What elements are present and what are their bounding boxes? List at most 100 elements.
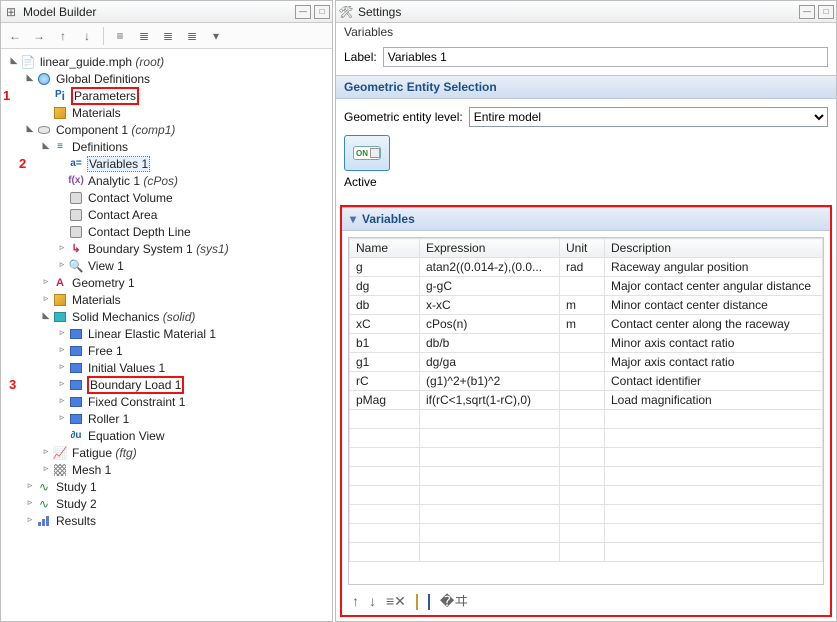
open-icon[interactable]: [416, 593, 418, 609]
cell-name[interactable]: pMag: [350, 391, 420, 410]
cell-desc[interactable]: Load magnification: [605, 391, 823, 410]
cell-expr[interactable]: g-gC: [420, 277, 560, 296]
minimize-button[interactable]: —: [799, 5, 815, 19]
twisty-icon[interactable]: ▹: [41, 293, 51, 304]
tree-contact-volume[interactable]: Contact Volume: [5, 189, 332, 206]
minimize-button[interactable]: —: [295, 5, 311, 19]
table-row[interactable]: ....: [350, 467, 823, 486]
tree-view1[interactable]: ▹ 🔍 View 1: [5, 257, 332, 274]
variables-table-wrap[interactable]: Name Expression Unit Description gatan2(…: [348, 237, 824, 585]
cell-unit[interactable]: m: [560, 315, 605, 334]
col-unit[interactable]: Unit: [560, 239, 605, 258]
twisty-icon[interactable]: ▹: [57, 412, 67, 423]
twisty-icon[interactable]: ◣: [25, 72, 35, 83]
tree-fixed-constraint1[interactable]: ▹ Fixed Constraint 1: [5, 393, 332, 410]
up-icon[interactable]: ↑: [55, 28, 71, 44]
tree-initial-values1[interactable]: ▹ Initial Values 1: [5, 359, 332, 376]
cell-expr[interactable]: x-xC: [420, 296, 560, 315]
cell-expr[interactable]: cPos(n): [420, 315, 560, 334]
twisty-icon[interactable]: ▹: [25, 497, 35, 508]
twisty-icon[interactable]: ◣: [9, 55, 19, 66]
cell-unit[interactable]: [560, 372, 605, 391]
tree-variables1[interactable]: 2 a= Variables 1: [5, 155, 332, 172]
tree-definitions[interactable]: ◣ ≡ Definitions: [5, 138, 332, 155]
twisty-icon[interactable]: ▹: [57, 344, 67, 355]
cell-desc[interactable]: Major axis contact ratio: [605, 353, 823, 372]
label-input[interactable]: [383, 47, 828, 67]
section-geo-header[interactable]: Geometric Entity Selection: [336, 75, 836, 99]
cell-desc[interactable]: Raceway angular position: [605, 258, 823, 277]
cell-expr[interactable]: db/b: [420, 334, 560, 353]
cell-name[interactable]: g1: [350, 353, 420, 372]
cell-unit[interactable]: rad: [560, 258, 605, 277]
cell-desc[interactable]: Contact identifier: [605, 372, 823, 391]
tree-fatigue[interactable]: ▹ 📈 Fatigue (ftg): [5, 444, 332, 461]
col-desc[interactable]: Description: [605, 239, 823, 258]
tree-materials[interactable]: Materials: [5, 104, 332, 121]
twisty-icon[interactable]: ▹: [57, 361, 67, 372]
cell-unit[interactable]: [560, 334, 605, 353]
more-icon[interactable]: �ヰ: [440, 591, 468, 611]
tree-contact-depth-line[interactable]: Contact Depth Line: [5, 223, 332, 240]
table-row[interactable]: rC(g1)^2+(b1)^2Contact identifier: [350, 372, 823, 391]
twisty-icon[interactable]: ▹: [57, 242, 67, 253]
table-row[interactable]: ....: [350, 505, 823, 524]
cell-name[interactable]: xC: [350, 315, 420, 334]
tree-global-definitions[interactable]: ◣ Global Definitions: [5, 70, 332, 87]
tree-contact-area[interactable]: Contact Area: [5, 206, 332, 223]
cell-unit[interactable]: m: [560, 296, 605, 315]
active-toggle[interactable]: ON: [344, 135, 390, 171]
variables-table[interactable]: Name Expression Unit Description gatan2(…: [349, 238, 823, 562]
cell-desc[interactable]: Contact center along the raceway: [605, 315, 823, 334]
tree-equation-view[interactable]: ∂u Equation View: [5, 427, 332, 444]
table-row[interactable]: pMagif(rC<1,sqrt(1-rC),0) Load magnificat…: [350, 391, 823, 410]
twisty-icon[interactable]: ▹: [57, 378, 67, 389]
cell-name[interactable]: db: [350, 296, 420, 315]
cell-expr[interactable]: dg/ga: [420, 353, 560, 372]
cell-name[interactable]: dg: [350, 277, 420, 296]
tree-results[interactable]: ▹ Results: [5, 512, 332, 529]
table-row[interactable]: g1dg/ga Major axis contact ratio: [350, 353, 823, 372]
move-down-icon[interactable]: ↓: [369, 593, 376, 609]
cell-unit[interactable]: [560, 391, 605, 410]
table-row[interactable]: ....: [350, 486, 823, 505]
col-name[interactable]: Name: [350, 239, 420, 258]
table-row[interactable]: ....: [350, 429, 823, 448]
twisty-icon[interactable]: ▹: [41, 446, 51, 457]
model-tree[interactable]: ◣ 📄 linear_guide.mph (root) ◣ Global Def…: [1, 49, 332, 621]
cell-name[interactable]: rC: [350, 372, 420, 391]
tree-free1[interactable]: ▹ Free 1: [5, 342, 332, 359]
twisty-icon[interactable]: ▹: [41, 276, 51, 287]
cell-desc[interactable]: Minor axis contact ratio: [605, 334, 823, 353]
forward-icon[interactable]: →: [31, 28, 47, 44]
delete-row-icon[interactable]: ≡✕: [386, 593, 406, 610]
cell-expr[interactable]: if(rC<1,sqrt(1-rC),0): [420, 391, 560, 410]
twisty-icon[interactable]: ◣: [41, 140, 51, 151]
table-row[interactable]: ....: [350, 410, 823, 429]
col-expr[interactable]: Expression: [420, 239, 560, 258]
cell-desc[interactable]: Major contact center angular distance: [605, 277, 823, 296]
table-row[interactable]: ....: [350, 448, 823, 467]
twisty-icon[interactable]: ▹: [57, 327, 67, 338]
move-up-icon[interactable]: ↑: [352, 593, 359, 609]
tree-roller1[interactable]: ▹ Roller 1: [5, 410, 332, 427]
tree-root[interactable]: ◣ 📄 linear_guide.mph (root): [5, 53, 332, 70]
tree-component1[interactable]: ◣ Component 1 (comp1): [5, 121, 332, 138]
expand3-icon[interactable]: ≣: [184, 28, 200, 44]
cell-name[interactable]: b1: [350, 334, 420, 353]
cell-unit[interactable]: [560, 353, 605, 372]
table-row[interactable]: gatan2((0.014-z),(0.0...radRaceway angul…: [350, 258, 823, 277]
tree-boundary-load1[interactable]: 3 ▹ Boundary Load 1: [5, 376, 332, 393]
maximize-button[interactable]: □: [314, 5, 330, 19]
table-row[interactable]: ....: [350, 524, 823, 543]
cell-name[interactable]: g: [350, 258, 420, 277]
cell-expr[interactable]: atan2((0.014-z),(0.0...: [420, 258, 560, 277]
geo-level-select[interactable]: Entire model: [469, 107, 828, 127]
tree-materials-comp[interactable]: ▹ Materials: [5, 291, 332, 308]
cell-unit[interactable]: [560, 277, 605, 296]
tree-parameters[interactable]: 1 Pi Parameters: [5, 87, 332, 104]
tree-boundary-system1[interactable]: ▹ ↳ Boundary System 1 (sys1): [5, 240, 332, 257]
twisty-icon[interactable]: ▹: [25, 480, 35, 491]
back-icon[interactable]: ←: [7, 28, 23, 44]
section-vars-header[interactable]: ▾ Variables: [342, 207, 830, 231]
